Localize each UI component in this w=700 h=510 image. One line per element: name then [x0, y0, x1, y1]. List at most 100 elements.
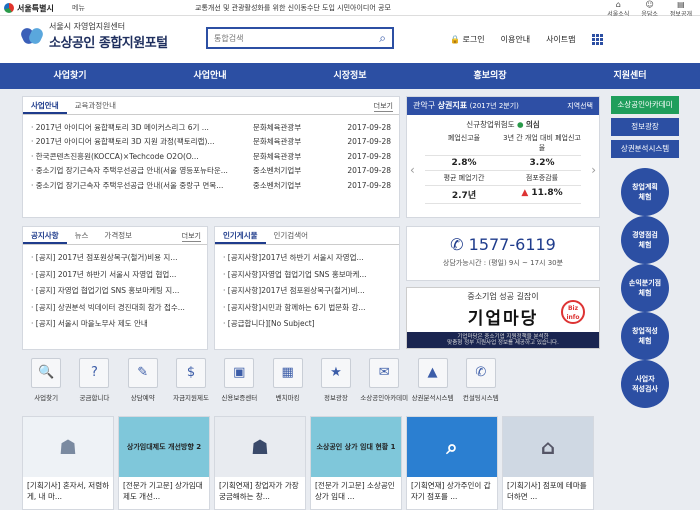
money-icon: $: [176, 358, 207, 388]
index-value: 2.8%: [425, 156, 503, 171]
search-icon[interactable]: ⌕: [379, 31, 386, 46]
list-item[interactable]: · [공지] 서울시 마을노무사 제도 안내: [31, 316, 199, 333]
management-check-button[interactable]: 경영점검 체험: [621, 216, 669, 264]
menu-link[interactable]: 메뉴: [72, 3, 85, 13]
guide-link[interactable]: 이용안내: [501, 34, 530, 45]
nav-business-guide[interactable]: 사업안내: [140, 63, 280, 89]
index-label: 점포증감률: [503, 171, 581, 186]
bizinfo-logo-icon: Biz info: [561, 300, 585, 324]
quick-analysis[interactable]: ▲ 상권분석시스템: [408, 358, 456, 408]
quick-consulting[interactable]: ✆ 컨설팅시스템: [457, 358, 505, 408]
article-card[interactable]: ☗ [기획연재] 창업자가 가장 궁금해하는 창...: [214, 416, 306, 510]
tab-popular-searches[interactable]: 인기검색어: [266, 227, 317, 244]
article-caption: [기획연재] 창업자가 가장 궁금해하는 창...: [219, 481, 299, 501]
quick-consult[interactable]: ✎ 상담예약: [119, 358, 167, 408]
sitemap-link[interactable]: 사이트맵: [546, 34, 575, 45]
tab-popular-posts[interactable]: 인기게시물: [215, 227, 266, 244]
tab-price-info[interactable]: 가격정보: [96, 227, 140, 244]
quick-fund[interactable]: $ 자금지원제도: [167, 358, 215, 408]
quick-faq[interactable]: ? 궁금합니다: [70, 358, 118, 408]
list-item[interactable]: · 한국콘텐츠진흥원(KOCCA)×Techcode O2O(O... 문화체육관…: [31, 149, 391, 164]
item-date: 2017-09-28: [347, 137, 391, 147]
tab-notice[interactable]: 공지사항: [23, 227, 67, 244]
list-item[interactable]: · 중소기업 장기근속자 주택우선공급 안내(서울 영등포뉴타운... 중소벤처기…: [31, 164, 391, 179]
consult-icon: ✎: [127, 358, 158, 388]
article-caption: [전문가 기고문] 소상공인 상가 임대 ...: [315, 481, 395, 501]
article-card[interactable]: ⌕ [기획연재] 상가주인이 갑자기 점포를 ...: [406, 416, 498, 510]
notice-more-link[interactable]: 더보기: [181, 231, 201, 242]
item-date: 2017-09-28: [347, 122, 391, 132]
handshake-logo-icon: [19, 25, 45, 47]
list-item[interactable]: · 중소기업 장기근속자 주택우선공급 안내(서울 중랑구 면목... 중소벤처기…: [31, 178, 391, 193]
quick-info[interactable]: ★ 정보광장: [312, 358, 360, 408]
break-even-button[interactable]: 손익분기점 체험: [621, 264, 669, 312]
tab-business-guide[interactable]: 사업안내: [23, 97, 67, 114]
market-index-header: 관악구 상권지표 (2017년 2분기) 지역선택: [407, 97, 599, 115]
circle-label: 손익분기점 체험: [628, 279, 662, 297]
tab-education[interactable]: 교육과정안내: [67, 97, 124, 114]
item-text: [공지] 자영업 협업기업 SNS 홍보마케팅 지...: [35, 286, 180, 295]
login-link[interactable]: 🔒 로그인: [450, 34, 485, 45]
list-item[interactable]: · [공지] 2017년 하반기 서울시 자영업 협업...: [31, 267, 199, 284]
aptitude-button[interactable]: 창업적성 체험: [621, 312, 669, 360]
list-item[interactable]: · [공지사항]2017년 점포원상복구(철거)비...: [223, 283, 391, 300]
header: 서울시 자영업지원센터 소상공인 종합지원포털 ⌕ 🔒 로그인 이용안내 사이트…: [0, 16, 700, 63]
list-item[interactable]: · [공급합니다][No Subject]: [223, 316, 391, 333]
nav-find-business[interactable]: 사업찾기: [0, 63, 140, 89]
list-item[interactable]: · [공지사항]2017년 하반기 서울시 자영업...: [223, 250, 391, 267]
quick-academy[interactable]: ✉ 소상공인아카데미: [360, 358, 408, 408]
popular-list: · [공지사항]2017년 하반기 서울시 자영업... · [공지사항]자영업…: [215, 245, 399, 338]
info-plaza-button[interactable]: 정보광장: [611, 118, 679, 136]
list-item[interactable]: · 2017년 아이디어 융합팩토리 3D 지원 과정(팩토리랩)... 문화체육…: [31, 135, 391, 150]
tab-news[interactable]: 뉴스: [67, 227, 97, 244]
nav-market-info[interactable]: 시장정보: [280, 63, 420, 89]
quick-find-business[interactable]: 🔍 사업찾기: [22, 358, 70, 408]
top-notice[interactable]: 교통개선 및 관광활성화를 위한 신이동수단 도입 시민아이디어 공모: [195, 3, 391, 13]
list-item[interactable]: · [공지사항]자영업 협업기업 SNS 홍보마케...: [223, 267, 391, 284]
item-title: · 2017년 아이디어 융합팩토리 3D 메이커스리그 6기 ...: [31, 122, 209, 132]
risk-label: 신규창업위험도: [466, 120, 515, 129]
business-more-link[interactable]: 더보기: [373, 101, 393, 112]
market-index-panel: 관악구 상권지표 (2017년 2분기) 지역선택 신규창업위험도 ● 의심 폐…: [406, 96, 600, 218]
quick-benchmark[interactable]: ▦ 벤치마킹: [263, 358, 311, 408]
consult-hours: 상담가능시간 : (평일) 9시 ~ 17시 30분: [442, 259, 564, 267]
phone-text: 1577-6119: [468, 235, 556, 254]
quick-guarantee[interactable]: ▣ 신용보증센터: [215, 358, 263, 408]
region-name[interactable]: 관악구: [413, 101, 435, 110]
store-illustration-icon: ⌂: [540, 435, 556, 459]
search-input[interactable]: [208, 29, 368, 47]
item-text: [공지사항]2017년 하반기 서울시 자영업...: [227, 253, 364, 262]
article-card[interactable]: ⌂ [기획기사] 점포에 테마를 더하면 ...: [502, 416, 594, 510]
prev-arrow-icon[interactable]: ‹: [410, 163, 415, 177]
bizinfo-banner[interactable]: 중소기업 성공 길잡이 기업마당 Biz info 기업마당은 중소기업 지원정…: [406, 287, 600, 349]
title-text: 2017년 아이디어 융합팩토리 3D 메이커스리그 6기 ...: [35, 122, 209, 132]
next-arrow-icon[interactable]: ›: [591, 163, 596, 177]
academy-button[interactable]: 소상공인아카데미: [611, 96, 679, 114]
list-item[interactable]: · [공지] 상권분석 빅데이터 경진대회 참가 접수...: [31, 300, 199, 317]
startup-plan-button[interactable]: 창업계획 체험: [621, 168, 669, 216]
article-card[interactable]: 소상공인 상가 임대 현황 1 [전문가 기고문] 소상공인 상가 임대 ...: [310, 416, 402, 510]
portal-logo[interactable]: 서울시 자영업지원센터 소상공인 종합지원포털: [19, 21, 168, 51]
list-item[interactable]: · 2017년 아이디어 융합팩토리 3D 메이커스리그 6기 ... 문화체육관…: [31, 120, 391, 135]
article-caption: [기획기사] 점포에 테마를 더하면 ...: [507, 481, 587, 501]
region-select-link[interactable]: 지역선택: [567, 97, 593, 115]
index-value: 2.7년: [425, 186, 503, 204]
item-text: [공지] 2017년 점포원상복구(철거)비용 지...: [35, 253, 178, 262]
market-analysis-button[interactable]: 상권분석시스템: [611, 140, 679, 158]
nav-promotion[interactable]: 홍보의장: [420, 63, 560, 89]
list-item[interactable]: · [공지] 자영업 협업기업 SNS 홍보마케팅 지...: [31, 283, 199, 300]
business-tabs: 사업안내 교육과정안내 더보기: [23, 97, 399, 115]
article-thumbnail: ⌕: [407, 417, 497, 477]
phone-number[interactable]: ✆ 1577-6119: [407, 235, 599, 254]
article-card[interactable]: 상가임대제도 개선방향 2 [전문가 기고문] 상가임대 제도 개선...: [118, 416, 210, 510]
article-card[interactable]: ☗ [기획기사] 혼자서, 저렴하게, 내 마...: [22, 416, 114, 510]
circle-label: 창업적성 체험: [632, 327, 658, 345]
list-item[interactable]: · [공지사항]시민과 함께하는 6기 법문화 강...: [223, 300, 391, 317]
item-org: 중소벤처기업부: [252, 180, 302, 190]
entrepreneur-test-button[interactable]: 사업자 적성검사: [621, 360, 669, 408]
item-text: [공지] 상권분석 빅데이터 경진대회 참가 접수...: [35, 302, 185, 312]
seoul-logo[interactable]: 서울특별시: [4, 2, 54, 14]
list-item[interactable]: · [공지] 2017년 점포원상복구(철거)비용 지...: [31, 250, 199, 267]
nav-support-center[interactable]: 지원센터: [560, 63, 700, 89]
all-menu-icon[interactable]: [591, 34, 603, 45]
